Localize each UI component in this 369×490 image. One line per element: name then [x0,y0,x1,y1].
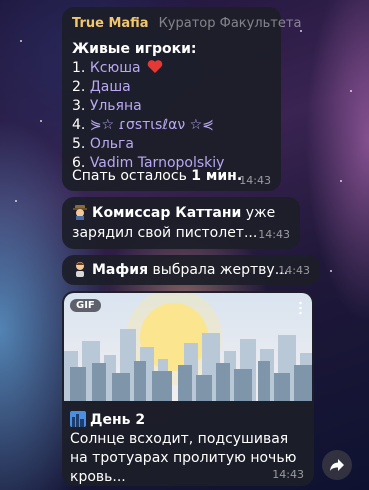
message-bold-text: Комиссар Каттани [92,205,242,221]
message-bubble-detective[interactable]: Комиссар Каттани уже зарядил свой пистол… [62,197,300,249]
message-time: 14:43 [278,264,310,277]
day-title: День 2 [70,411,308,430]
heart-icon [147,60,163,73]
message-text: выбрала жертву... [148,262,289,278]
day-title-text: День 2 [90,412,146,428]
message-time: 14:43 [258,228,290,241]
players-heading: Живые игроки: [72,41,197,57]
message-bubble-mafia[interactable]: Мафия выбрала жертву... 14:43 [62,255,320,285]
message-time: 14:43 [239,174,271,187]
player-number: 2. [72,79,86,95]
player-name[interactable]: Ксюша [90,60,141,76]
player-item: 5. Ольга [72,135,271,154]
gif-badge: GIF [70,299,101,312]
mafia-person-icon [76,262,84,277]
player-item: 3. Ульяна [72,97,271,116]
players-list: Живые игроки: 1. Ксюша 2. Даша 3. Ульяна… [72,40,271,173]
player-item: 4. ⋟☆ ɾσѕтιѕℓαν ☆⋞ [72,116,271,135]
sender-role: Куратор Факультета [158,16,302,31]
more-vertical-icon[interactable] [299,301,302,315]
player-number: 5. [72,136,86,152]
player-name[interactable]: Ульяна [90,98,142,114]
sleep-timer-text: Спать осталось 1 мин. [72,167,242,186]
detective-icon [73,205,87,220]
sleep-value: 1 мин. [191,168,243,184]
player-number: 4. [72,117,86,133]
message-bold-text: Мафия [92,262,149,278]
player-name[interactable]: Ольга [90,136,134,152]
player-item: 1. Ксюша [72,59,271,78]
gif-preview[interactable]: GIF [64,293,312,401]
city-sunrise-image [64,293,312,401]
player-number: 1. [72,60,86,76]
sleep-label: Спать осталось [72,168,192,184]
message-bubble-day[interactable]: GIF День 2 Солнце всходит, подсушивая на… [62,291,314,486]
player-name[interactable]: Даша [90,79,131,95]
player-name[interactable]: ⋟☆ ɾσѕтιѕℓαν ☆⋞ [90,117,214,133]
forward-button[interactable] [322,450,352,480]
message-time: 14:43 [272,468,304,481]
player-number: 3. [72,98,86,114]
message-bubble-players[interactable]: True Mafia Куратор Факультета Живые игрок… [62,7,301,191]
city-sunrise-icon [70,411,86,427]
message-header: True Mafia Куратор Факультета [72,16,301,32]
sender-name[interactable]: True Mafia [72,16,149,31]
player-item: 2. Даша [72,78,271,97]
forward-arrow-icon [330,459,344,471]
